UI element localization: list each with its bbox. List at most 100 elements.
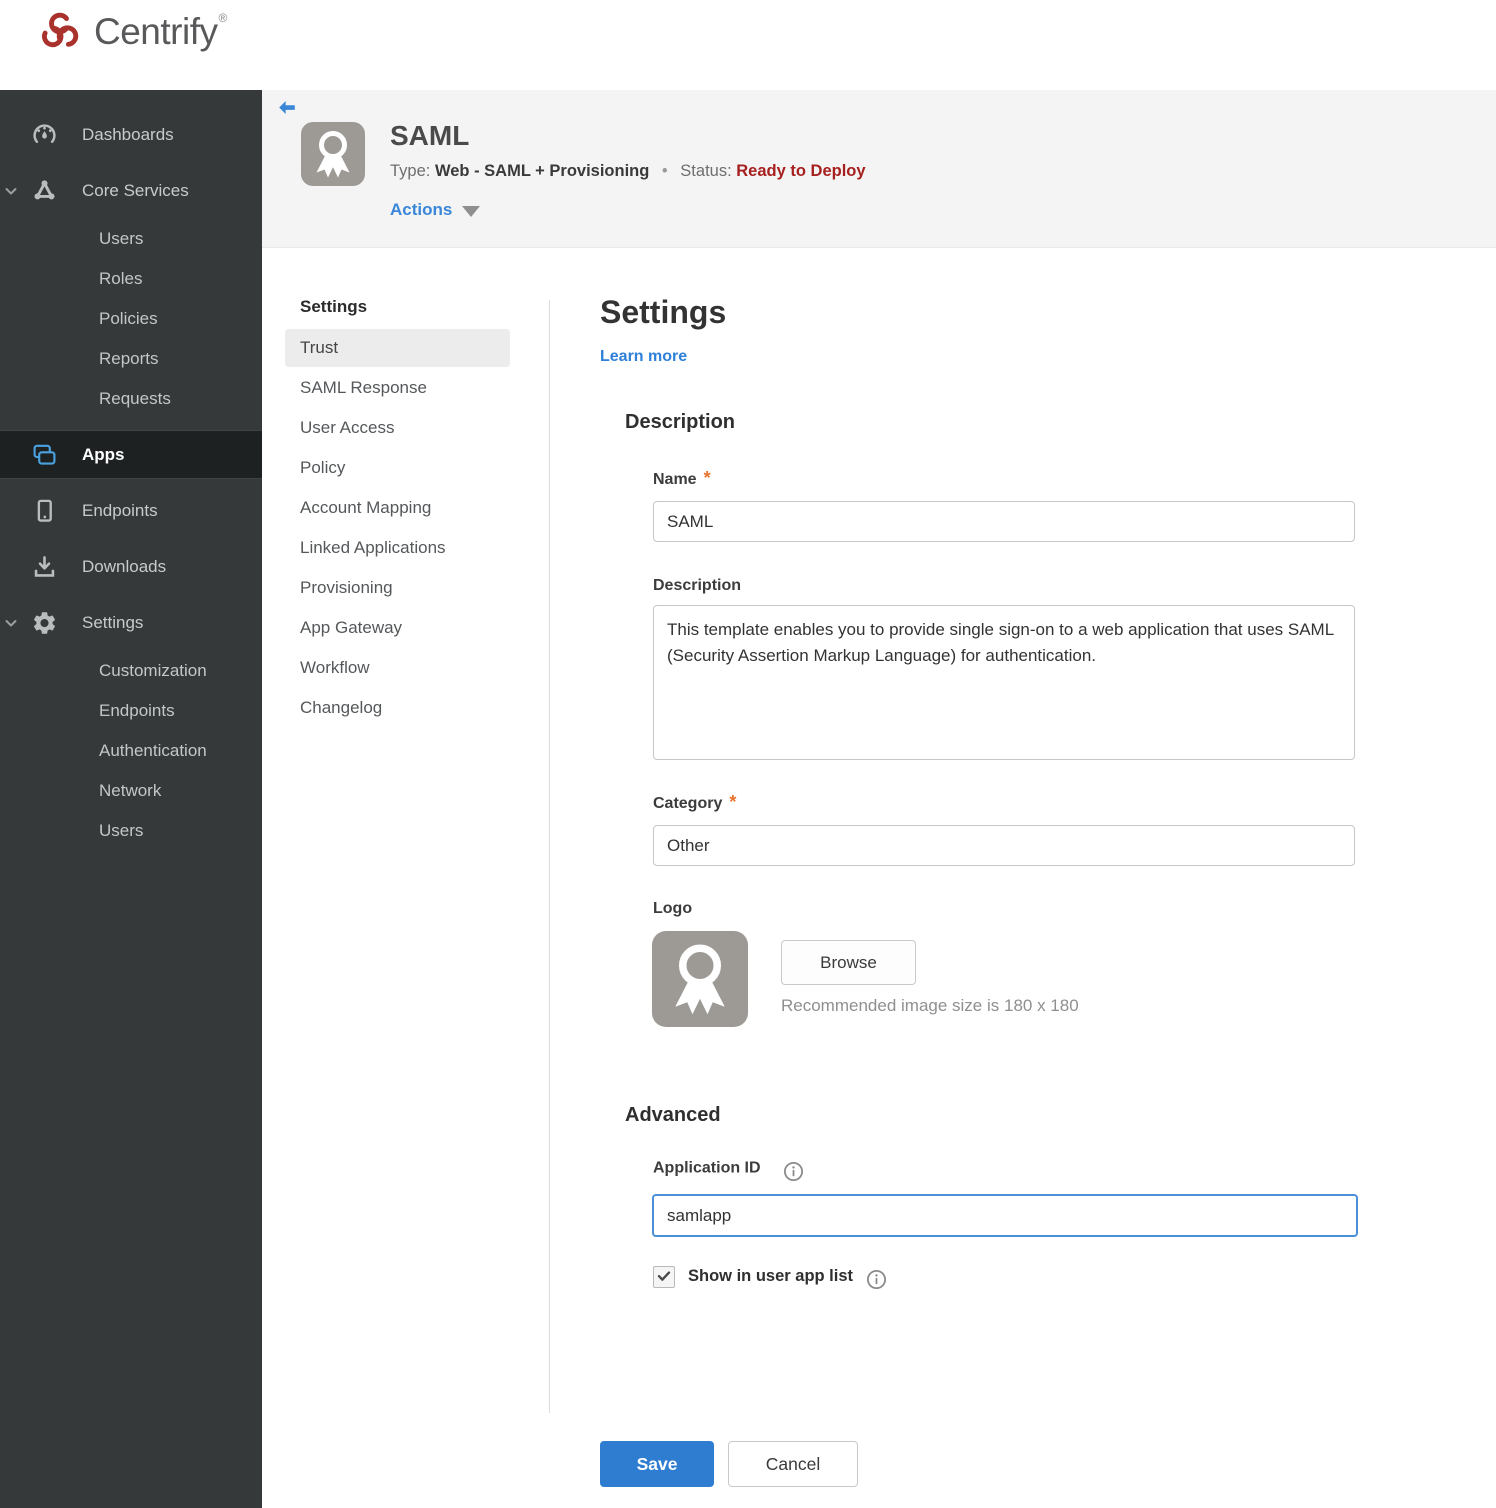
ribbon-icon (652, 931, 748, 1027)
apps-icon (31, 441, 58, 468)
subnav-item-label: Policy (300, 458, 346, 477)
status-label: Status: (680, 162, 732, 180)
category-input[interactable] (653, 825, 1355, 866)
subnav-item-user-access[interactable]: User Access (285, 409, 510, 447)
subnav-item-label: Workflow (300, 658, 370, 677)
download-icon (31, 554, 58, 581)
ribbon-icon (301, 122, 365, 186)
brand-logo[interactable]: Centrify ® (34, 6, 228, 58)
subnav-item-saml-response[interactable]: SAML Response (285, 369, 510, 407)
sidebar-item-label: Downloads (82, 557, 167, 576)
sidebar-item-label: Endpoints (99, 701, 175, 720)
required-asterisk: * (729, 792, 737, 812)
subnav-item-provisioning[interactable]: Provisioning (285, 569, 510, 607)
learn-more-link[interactable]: Learn more (600, 348, 687, 366)
type-label: Type: (390, 162, 431, 180)
app-meta: Type: Web - SAML + Provisioning • Status… (390, 162, 866, 181)
subnav-item-label: Linked Applications (300, 538, 446, 557)
info-icon[interactable] (866, 1269, 887, 1290)
sidebar-item-label: Settings (82, 613, 144, 632)
top-bar: Centrify ® (0, 0, 1496, 90)
sidebar: Dashboards Core Services Users Roles Pol… (0, 90, 262, 1508)
sidebar-item-label: Users (99, 821, 144, 840)
description-label: Description (653, 577, 742, 594)
subnav-heading: Settings (300, 297, 368, 316)
name-input[interactable] (653, 501, 1355, 542)
logo-label: Logo (653, 900, 693, 917)
core-services-icon (31, 178, 58, 205)
subnav-item-label: Account Mapping (300, 498, 432, 517)
advanced-section-heading: Advanced (625, 1104, 721, 1126)
subnav-item-label: SAML Response (300, 378, 427, 397)
subnav-item-policy[interactable]: Policy (285, 449, 510, 487)
subnav-item-app-gateway[interactable]: App Gateway (285, 609, 510, 647)
sidebar-item-apps[interactable]: Apps (0, 430, 262, 479)
sidebar-item-label: Roles (99, 269, 143, 288)
sidebar-item-label: Endpoints (82, 501, 158, 520)
name-label: Name * (653, 468, 711, 488)
sidebar-item-settings-endpoints[interactable]: Endpoints (0, 691, 262, 731)
registered-mark: ® (218, 11, 228, 25)
sidebar-item-label: Network (99, 781, 162, 800)
sidebar-item-authentication[interactable]: Authentication (0, 731, 262, 771)
app-title: SAML (390, 120, 470, 151)
show-in-user-app-list-checkbox[interactable] (653, 1266, 675, 1288)
sidebar-item-label: Apps (82, 444, 125, 464)
gear-icon (31, 610, 58, 637)
sidebar-item-policies[interactable]: Policies (0, 299, 262, 339)
logo-preview (652, 931, 748, 1027)
checkmark-icon (656, 1268, 672, 1284)
sidebar-item-endpoints[interactable]: Endpoints (0, 491, 262, 531)
sidebar-item-label: Users (99, 229, 144, 248)
sidebar-item-roles[interactable]: Roles (0, 259, 262, 299)
application-id-input[interactable] (652, 1194, 1358, 1237)
chevron-down-icon (3, 615, 19, 631)
chevron-down-icon (3, 183, 19, 199)
sidebar-item-settings[interactable]: Settings (0, 603, 262, 643)
cancel-button[interactable]: Cancel (728, 1441, 858, 1487)
category-label: Category * (653, 792, 737, 812)
sidebar-item-customization[interactable]: Customization (0, 651, 262, 691)
sidebar-item-label: Authentication (99, 741, 207, 760)
sidebar-item-label: Dashboards (82, 125, 174, 144)
required-asterisk: * (703, 468, 711, 488)
type-value: Web - SAML + Provisioning (434, 162, 650, 180)
logo-size-hint: Recommended image size is 180 x 180 (781, 996, 1079, 1015)
browse-button[interactable]: Browse (781, 940, 916, 985)
actions-dropdown[interactable]: Actions (390, 200, 481, 220)
vertical-divider (549, 300, 550, 1413)
subnav-item-linked-applications[interactable]: Linked Applications (285, 529, 510, 567)
sidebar-item-settings-users[interactable]: Users (0, 811, 262, 851)
sidebar-item-label: Reports (99, 349, 159, 368)
sidebar-item-requests[interactable]: Requests (0, 379, 262, 419)
subnav-item-account-mapping[interactable]: Account Mapping (285, 489, 510, 527)
info-icon[interactable] (783, 1161, 804, 1182)
description-textarea[interactable]: This template enables you to provide sin… (653, 605, 1355, 760)
dashboard-gauge-icon (31, 122, 58, 149)
subnav-item-label: Provisioning (300, 578, 393, 597)
sidebar-item-reports[interactable]: Reports (0, 339, 262, 379)
subnav-item-trust[interactable]: Trust (285, 329, 510, 367)
meta-separator: • (661, 162, 668, 180)
subnav-item-label: Changelog (300, 698, 383, 717)
sidebar-item-network[interactable]: Network (0, 771, 262, 811)
sidebar-item-downloads[interactable]: Downloads (0, 547, 262, 587)
endpoint-device-icon (31, 498, 58, 525)
back-arrow-icon[interactable] (276, 97, 298, 119)
sidebar-item-label: Customization (99, 661, 207, 680)
sidebar-item-users[interactable]: Users (0, 219, 262, 259)
description-section-heading: Description (625, 411, 736, 433)
subnav-item-workflow[interactable]: Workflow (285, 649, 510, 687)
subnav-item-label: User Access (300, 418, 395, 437)
subnav-item-changelog[interactable]: Changelog (285, 689, 510, 727)
actions-label: Actions (390, 200, 453, 219)
app-header: SAML Type: Web - SAML + Provisioning • S… (262, 90, 1496, 248)
centrify-logo-icon (34, 6, 86, 58)
sidebar-item-core-services[interactable]: Core Services (0, 171, 262, 211)
save-button[interactable]: Save (600, 1441, 714, 1487)
sidebar-item-label: Policies (99, 309, 158, 328)
sidebar-item-label: Core Services (82, 181, 189, 200)
subnav-item-label: App Gateway (300, 618, 403, 637)
sidebar-item-dashboards[interactable]: Dashboards (0, 115, 262, 155)
caret-down-icon (462, 205, 481, 217)
